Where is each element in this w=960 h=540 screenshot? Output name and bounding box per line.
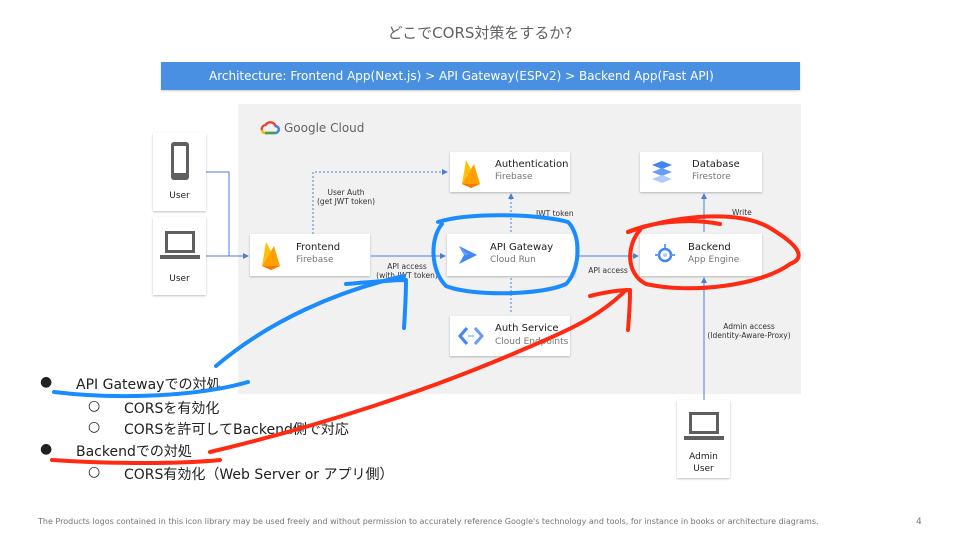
service-subtitle: Cloud Run xyxy=(490,255,536,265)
service-title: Authentication xyxy=(495,159,569,170)
firebase-icon xyxy=(262,242,280,270)
sub-bullet-text: CORSを許可してBackend側で対応 xyxy=(124,422,349,438)
user-laptop-card: User xyxy=(153,217,206,295)
google-cloud-brand: Google Cloud xyxy=(260,121,364,135)
cloud-endpoints-icon xyxy=(458,327,484,345)
sub-bullet-text: CORSを有効化 xyxy=(124,401,220,417)
api-access-jwt-label: API access (with JWT token) xyxy=(376,262,438,280)
bullet-text: Backendでの対処 xyxy=(76,444,192,460)
backend-card: Backend App Engine xyxy=(640,234,762,276)
google-cloud-logo-icon xyxy=(260,121,280,135)
api-gateway-icon xyxy=(459,246,477,264)
smartphone-icon xyxy=(171,142,189,180)
sub-bullet-circle: ○ xyxy=(88,464,101,480)
bullet-text: API Gatewayでの対処 xyxy=(76,377,221,393)
sub-bullet-circle: ○ xyxy=(88,419,101,435)
user-phone-card: User xyxy=(153,133,206,211)
service-title: Auth Service xyxy=(495,323,559,334)
service-title: Backend xyxy=(688,242,731,253)
laptop-icon xyxy=(160,231,200,259)
authentication-card: Authentication Firebase xyxy=(450,152,570,192)
service-title: API Gateway xyxy=(490,242,554,253)
service-title: Frontend xyxy=(296,242,341,253)
footer-disclaimer: The Products logos contained in this ico… xyxy=(38,517,819,526)
service-subtitle: Firebase xyxy=(296,255,334,265)
device-label: User xyxy=(169,191,190,201)
laptop-icon xyxy=(684,412,724,440)
frontend-card: Frontend Firebase xyxy=(250,234,370,276)
write-label: Write xyxy=(732,208,752,217)
sub-bullet-circle: ○ xyxy=(88,398,101,414)
api-gateway-card: API Gateway Cloud Run xyxy=(447,234,575,276)
firestore-icon xyxy=(652,161,672,183)
auth-service-card: Auth Service Cloud Endpoints xyxy=(450,316,570,356)
google-cloud-label: Google Cloud xyxy=(284,121,365,135)
admin-access-label: Admin access (Identity-Aware-Proxy) xyxy=(707,322,791,340)
slide-title: どこでCORS対策をするか? xyxy=(387,24,573,42)
user-auth-label: User Auth (get JWT token) xyxy=(316,188,376,206)
app-engine-icon xyxy=(655,244,675,263)
admin-laptop-card: Admin User xyxy=(677,400,730,478)
device-label: User xyxy=(169,274,190,284)
jwt-token-label: JWT token xyxy=(536,209,574,218)
database-card: Database Firestore xyxy=(640,152,762,192)
service-subtitle: Cloud Endpoints xyxy=(495,337,569,347)
service-subtitle: Firestore xyxy=(692,172,731,182)
service-subtitle: Firebase xyxy=(495,172,533,182)
sub-bullet-text: CORS有効化（Web Server or アプリ側） xyxy=(124,467,394,483)
page-number: 4 xyxy=(916,517,922,527)
device-label: Admin User xyxy=(689,452,718,474)
api-access-label: API access xyxy=(588,266,628,275)
bullet-dot: ● xyxy=(40,374,53,390)
architecture-banner: Architecture: Frontend App(Next.js) > AP… xyxy=(161,62,800,90)
service-title: Database xyxy=(692,159,740,170)
service-subtitle: App Engine xyxy=(688,255,740,265)
bullet-dot: ● xyxy=(40,441,53,457)
firebase-icon xyxy=(462,160,480,188)
